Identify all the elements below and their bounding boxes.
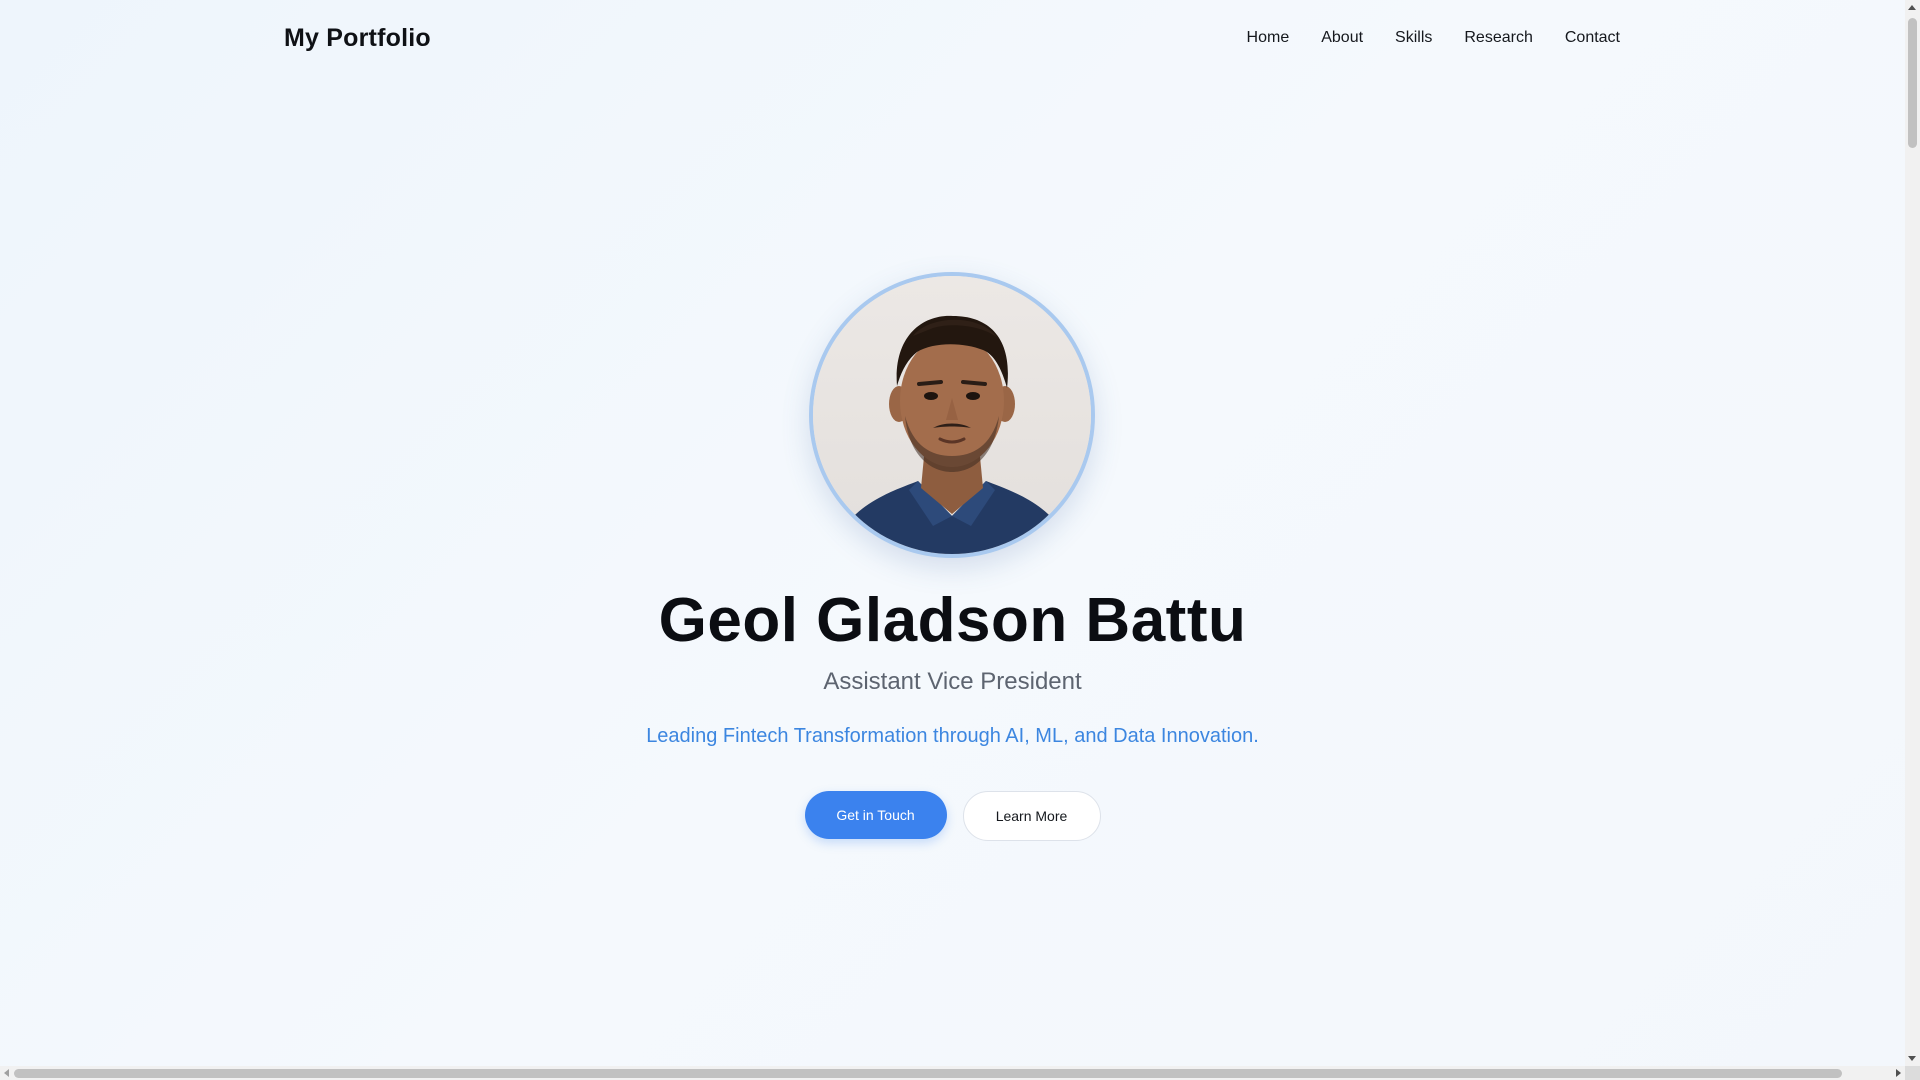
page-viewport: My Portfolio Home About Skills Research … xyxy=(0,0,1905,1066)
profile-photo-icon xyxy=(813,276,1091,554)
scroll-left-arrow-icon[interactable] xyxy=(4,1069,9,1077)
profile-avatar xyxy=(809,272,1095,558)
horizontal-scroll-thumb[interactable] xyxy=(14,1069,1842,1078)
scrollbar-corner xyxy=(1905,1066,1920,1080)
scroll-right-arrow-icon[interactable] xyxy=(1896,1069,1901,1077)
hero-tagline: Leading Fintech Transformation through A… xyxy=(646,725,1259,747)
hero-name: Geol Gladson Battu xyxy=(658,586,1247,655)
scroll-up-arrow-icon[interactable] xyxy=(1908,5,1916,10)
horizontal-scrollbar[interactable] xyxy=(0,1066,1905,1080)
learn-more-button[interactable]: Learn More xyxy=(962,791,1101,841)
hero-role: Assistant Vice President xyxy=(823,668,1082,695)
hero-section: Geol Gladson Battu Assistant Vice Presid… xyxy=(0,0,1905,1066)
get-in-touch-button[interactable]: Get in Touch xyxy=(804,791,947,839)
hero-actions: Get in Touch Learn More xyxy=(0,791,1905,841)
vertical-scroll-thumb[interactable] xyxy=(1908,18,1917,148)
scroll-down-arrow-icon[interactable] xyxy=(1908,1056,1916,1061)
vertical-scrollbar[interactable] xyxy=(1905,0,1920,1066)
